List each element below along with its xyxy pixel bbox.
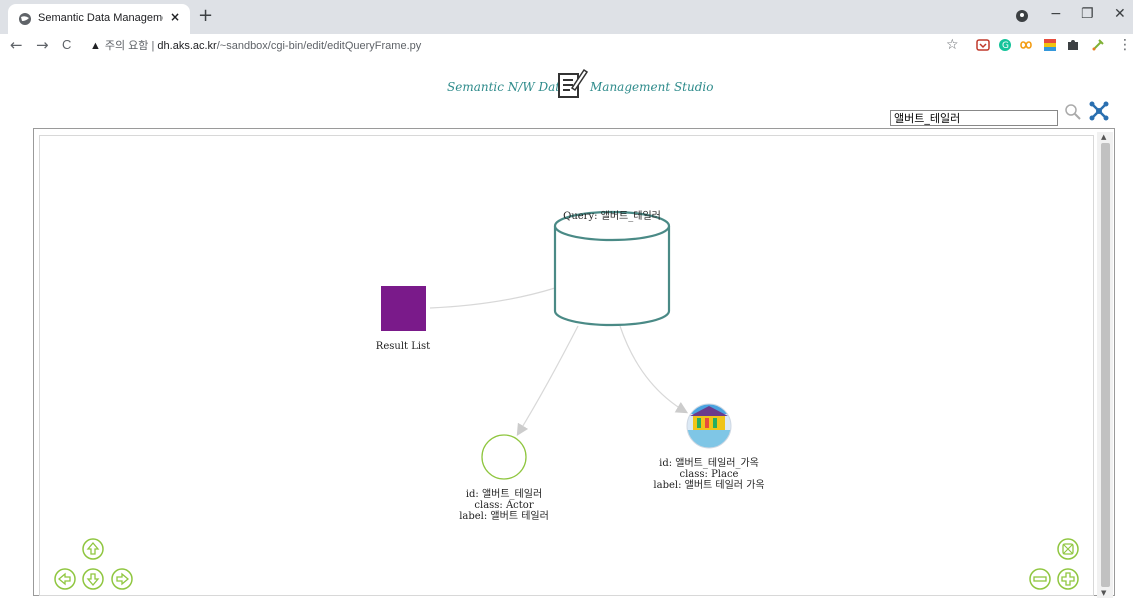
new-tab-button[interactable]: + bbox=[198, 7, 213, 25]
network-icon[interactable] bbox=[1088, 100, 1110, 122]
bookmark-star-icon[interactable]: ☆ bbox=[946, 36, 959, 54]
zoom-out-icon[interactable] bbox=[1029, 568, 1051, 590]
browser-tab-bar: Semantic Data Management St × + − ❐ ✕ bbox=[0, 0, 1133, 34]
scrollbar-thumb[interactable] bbox=[1101, 143, 1110, 587]
security-label[interactable]: 주의 요함 bbox=[105, 40, 149, 52]
color-palette-icon[interactable] bbox=[1043, 38, 1057, 52]
pocket-icon[interactable] bbox=[976, 38, 990, 52]
browser-menu-icon[interactable]: ⋮ bbox=[1118, 36, 1132, 54]
url-path: /~sandbox/cgi-bin/edit/editQueryFrame.py bbox=[216, 40, 422, 52]
globe-icon bbox=[19, 13, 31, 25]
puzzle-icon[interactable] bbox=[1066, 38, 1080, 52]
close-window-button[interactable]: ✕ bbox=[1114, 6, 1126, 22]
maximize-button[interactable]: ❐ bbox=[1081, 6, 1094, 22]
browser-toolbar: ← → C ▲ 주의 요함 | dh.aks.ac.kr/~sandbox/cgi… bbox=[0, 34, 1133, 58]
account-icon[interactable] bbox=[1016, 10, 1028, 22]
infinity-icon[interactable] bbox=[1019, 38, 1033, 52]
warning-icon[interactable]: ▲ bbox=[90, 40, 101, 52]
browser-tab[interactable]: Semantic Data Management St × bbox=[8, 4, 190, 34]
pan-down-icon[interactable] bbox=[82, 568, 104, 590]
back-button[interactable]: ← bbox=[10, 36, 23, 54]
search-input[interactable] bbox=[890, 110, 1058, 126]
edit-note-icon bbox=[558, 68, 588, 98]
svg-text:G: G bbox=[1002, 41, 1009, 51]
forward-button[interactable]: → bbox=[36, 36, 49, 54]
tab-close-button[interactable]: × bbox=[170, 10, 180, 24]
pan-right-icon[interactable] bbox=[111, 568, 133, 590]
address-bar[interactable]: ▲ 주의 요함 | dh.aks.ac.kr/~sandbox/cgi-bin/e… bbox=[90, 37, 421, 53]
minimize-button[interactable]: − bbox=[1050, 6, 1062, 22]
eyedropper-icon[interactable] bbox=[1091, 38, 1105, 52]
scroll-up-arrow[interactable]: ▲ bbox=[1101, 133, 1106, 141]
url-host: dh.aks.ac.kr bbox=[157, 40, 217, 52]
grammarly-icon[interactable]: G bbox=[998, 38, 1012, 52]
zoom-in-icon[interactable] bbox=[1057, 568, 1079, 590]
zoom-fit-icon[interactable] bbox=[1057, 538, 1079, 560]
magnifier-icon[interactable] bbox=[1064, 103, 1082, 121]
header-title-left: Semantic N/W Data bbox=[447, 80, 568, 94]
header-title-right: Management Studio bbox=[590, 80, 714, 94]
scroll-down-arrow[interactable]: ▼ bbox=[1101, 589, 1106, 597]
pan-left-icon[interactable] bbox=[54, 568, 76, 590]
tab-title: Semantic Data Management St bbox=[38, 12, 163, 24]
pan-up-icon[interactable] bbox=[82, 538, 104, 560]
reload-button[interactable]: C bbox=[62, 36, 71, 54]
graph-canvas[interactable] bbox=[39, 135, 1094, 596]
